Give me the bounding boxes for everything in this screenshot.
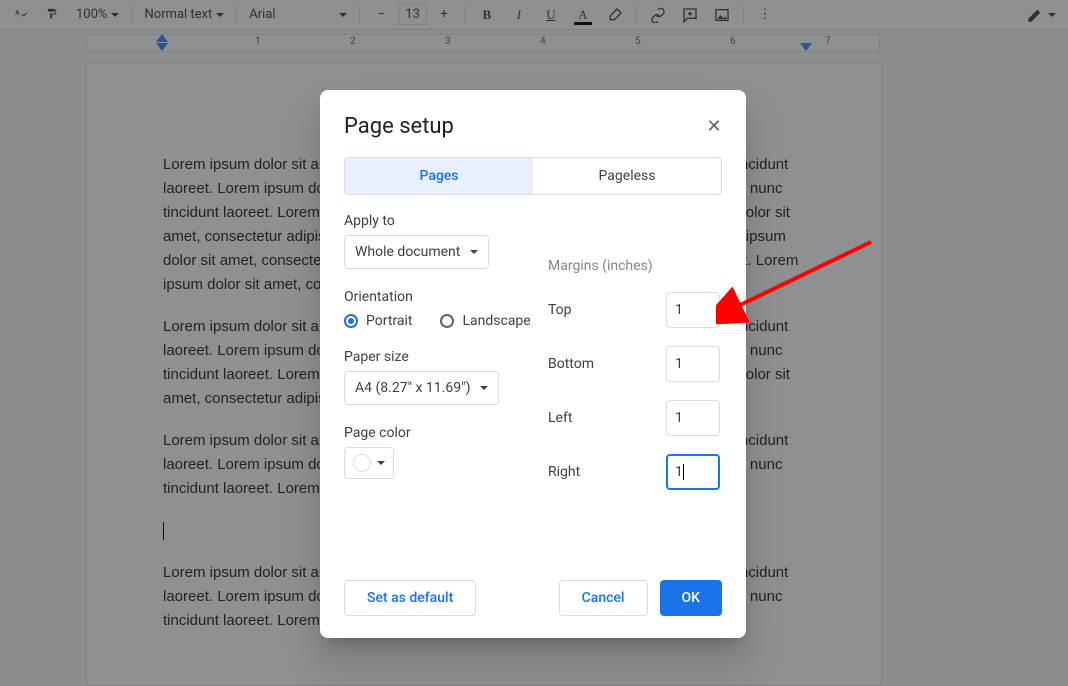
cancel-button[interactable]: Cancel <box>559 580 648 616</box>
apply-to-dropdown[interactable]: Whole document <box>344 235 489 269</box>
radio-label: Portrait <box>366 313 412 329</box>
close-icon: ✕ <box>706 116 721 137</box>
caret-icon <box>377 461 385 465</box>
paper-size-value: A4 (8.27" x 11.69") <box>355 380 470 396</box>
radio-icon <box>344 314 358 328</box>
radio-label: Landscape <box>462 313 530 329</box>
margin-right-input[interactable]: 1 <box>666 454 720 490</box>
caret-icon <box>470 250 478 254</box>
margin-left-input[interactable]: 1 <box>666 400 720 436</box>
margin-bottom-input[interactable]: 1 <box>666 346 720 382</box>
apply-to-value: Whole document <box>355 244 460 260</box>
margin-left-label: Left <box>548 410 572 426</box>
paper-size-dropdown[interactable]: A4 (8.27" x 11.69") <box>344 371 499 405</box>
page-color-dropdown[interactable] <box>344 447 394 479</box>
tab-pageless[interactable]: Pageless <box>533 158 721 194</box>
caret-icon <box>480 386 488 390</box>
margin-bottom-label: Bottom <box>548 356 594 372</box>
tabbar: Pages Pageless <box>344 157 722 195</box>
set-default-button[interactable]: Set as default <box>344 580 476 616</box>
radio-landscape[interactable]: Landscape <box>440 313 530 329</box>
radio-icon <box>440 314 454 328</box>
radio-portrait[interactable]: Portrait <box>344 313 412 329</box>
tab-pages[interactable]: Pages <box>345 158 533 194</box>
margins-heading: Margins (inches) <box>548 258 720 274</box>
margin-right-label: Right <box>548 464 580 480</box>
margin-top-label: Top <box>548 302 572 318</box>
apply-to-label: Apply to <box>344 213 722 229</box>
ok-button[interactable]: OK <box>660 580 723 616</box>
text-cursor <box>683 464 684 480</box>
close-button[interactable]: ✕ <box>704 116 724 136</box>
dialog-title: Page setup <box>344 114 722 139</box>
margin-top-input[interactable]: 1 <box>666 292 720 328</box>
page-setup-dialog: Page setup ✕ Pages Pageless Apply to Who… <box>320 90 746 638</box>
color-chip-icon <box>353 454 371 472</box>
